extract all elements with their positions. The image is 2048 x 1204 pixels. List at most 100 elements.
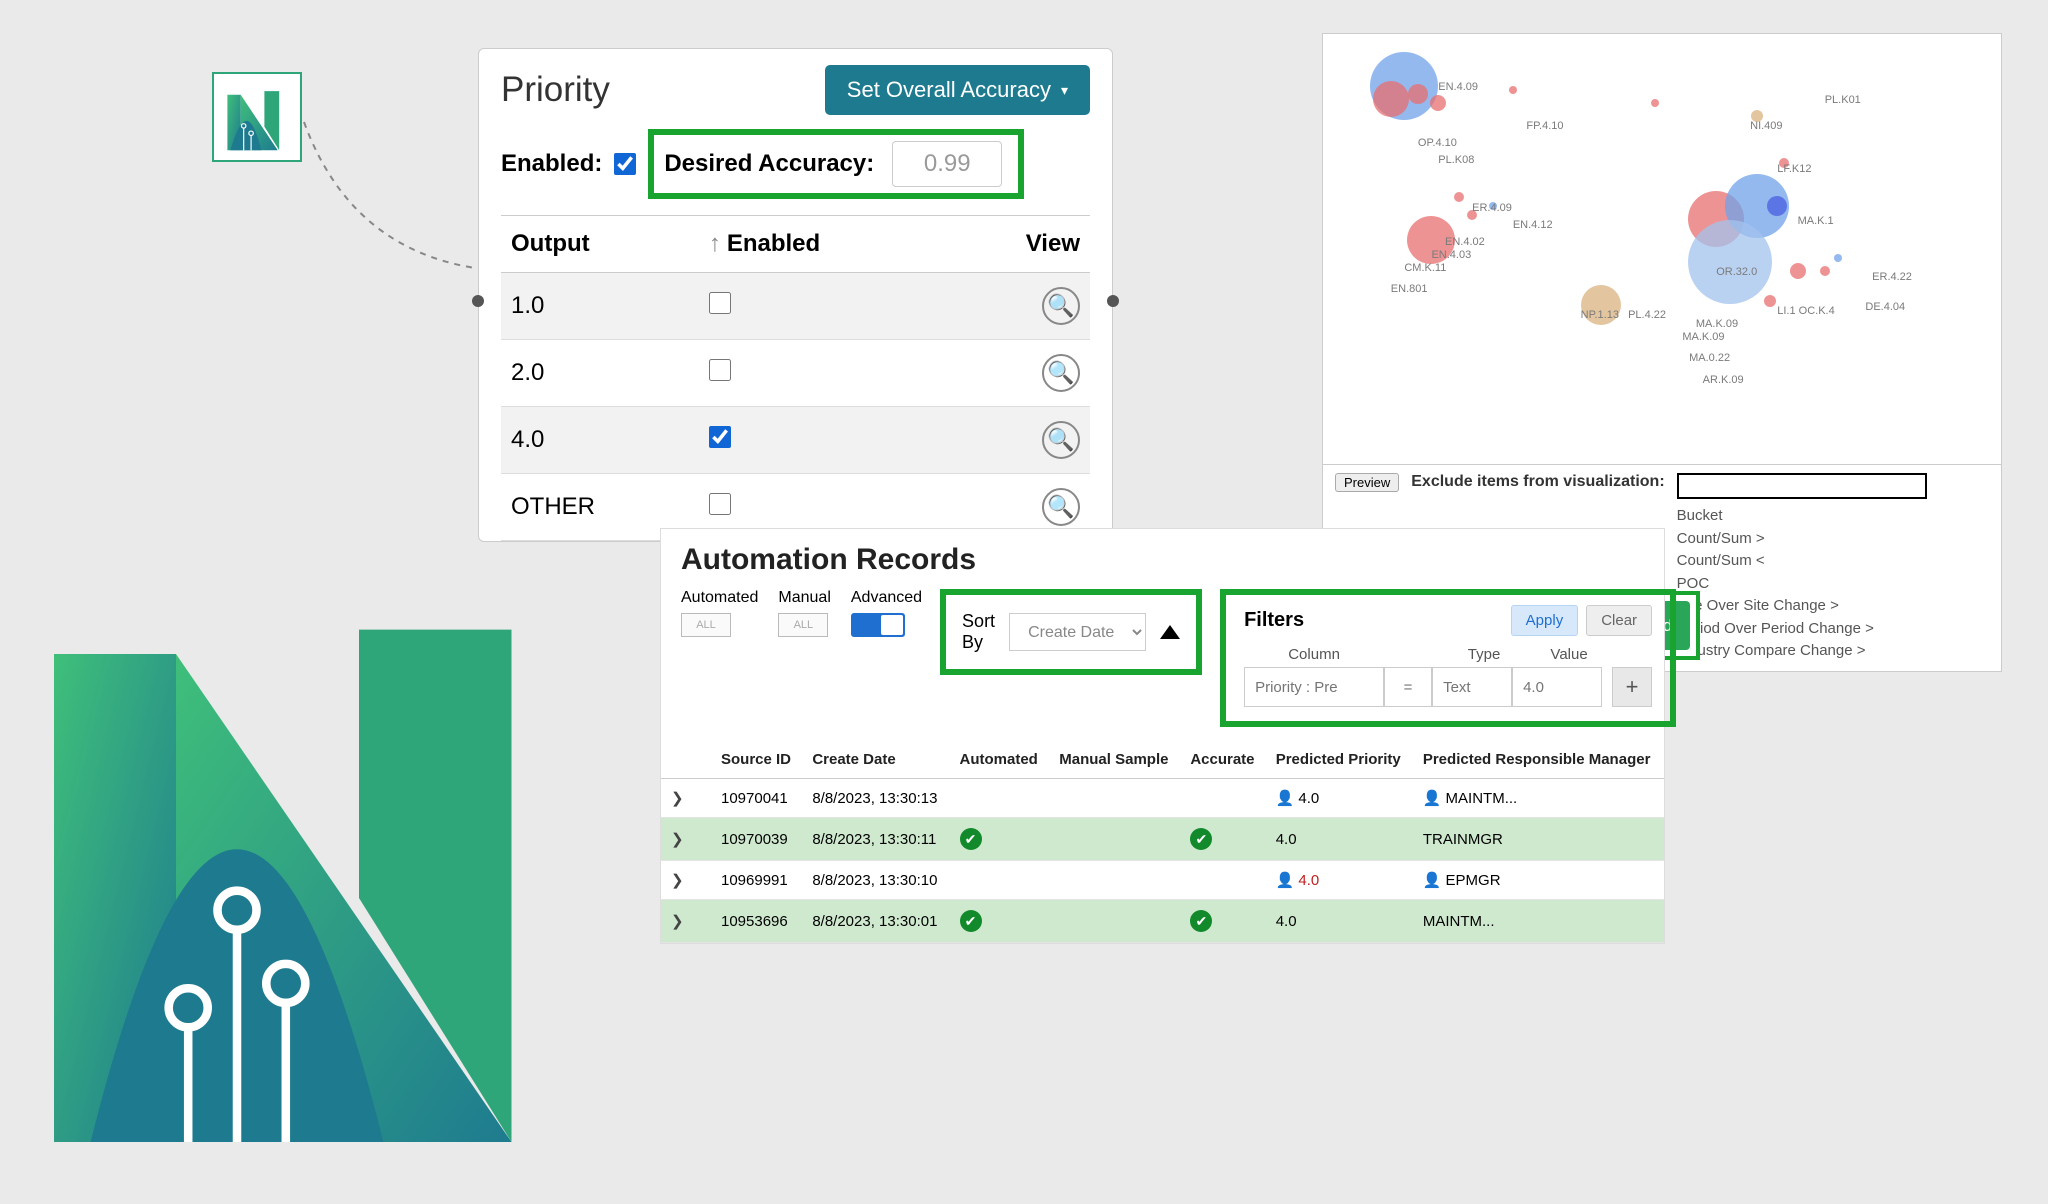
exclude-option[interactable]: Period Over Period Change > — [1677, 618, 1927, 641]
manual-all-button[interactable]: ALL — [778, 613, 828, 637]
sort-highlight: Sort By Create Date — [940, 589, 1202, 675]
advanced-toggle[interactable] — [851, 613, 905, 637]
anchor-right — [1107, 295, 1119, 307]
predicted-priority-cell: 4.0 — [1266, 900, 1413, 943]
bubble[interactable] — [1790, 263, 1806, 279]
bubble-label: MA.K.09 — [1696, 318, 1738, 330]
bubble-label: LI.1 OC.K.4 — [1777, 305, 1834, 317]
bubble[interactable] — [1509, 86, 1517, 94]
bubble[interactable] — [1373, 81, 1409, 117]
exclude-option[interactable]: POC — [1677, 573, 1927, 596]
bubble-label: ER.4.09 — [1472, 202, 1512, 214]
manual-sample-cell — [1049, 900, 1180, 943]
person-icon: 👤 — [1276, 790, 1295, 807]
bubble-label: EN.4.02 — [1445, 236, 1485, 248]
exclude-option[interactable]: Count/Sum < — [1677, 550, 1927, 573]
output-enabled-checkbox[interactable] — [709, 359, 731, 381]
filter-value-input[interactable] — [1512, 667, 1602, 707]
connector-line — [300, 118, 500, 398]
col-view[interactable]: View — [949, 216, 1090, 273]
bubble[interactable] — [1430, 95, 1446, 111]
bubble-label: OR.32.0 — [1716, 266, 1757, 278]
col-output[interactable]: Output — [501, 216, 699, 273]
bubble[interactable] — [1688, 220, 1772, 304]
mode-manual-label: Manual — [778, 589, 830, 607]
anchor-left — [472, 295, 484, 307]
desired-accuracy-highlight: Desired Accuracy: — [648, 129, 1024, 199]
brand-logo-node — [212, 72, 302, 162]
magnifier-icon[interactable]: 🔍 — [1042, 421, 1080, 459]
col-create-date[interactable]: Create Date — [802, 741, 949, 779]
bubble-label: MA.K.1 — [1798, 215, 1834, 227]
col-enabled[interactable]: Enabled — [699, 216, 949, 273]
bubble[interactable] — [1764, 295, 1776, 307]
magnifier-icon[interactable]: 🔍 — [1042, 287, 1080, 325]
bubble[interactable] — [1454, 192, 1464, 202]
create-date-cell: 8/8/2023, 13:30:11 — [802, 818, 949, 861]
filters-title: Filters — [1244, 609, 1304, 632]
automated-cell — [950, 779, 1050, 818]
person-icon: 👤 — [1423, 790, 1442, 807]
person-icon: 👤 — [1276, 872, 1295, 889]
col-predicted-priority[interactable]: Predicted Priority — [1266, 741, 1413, 779]
filters-apply-button[interactable]: Apply — [1511, 605, 1579, 636]
expand-icon[interactable]: ❯ — [671, 831, 684, 848]
col-manual-sample[interactable]: Manual Sample — [1049, 741, 1180, 779]
output-enabled-checkbox[interactable] — [709, 426, 731, 448]
col-predicted-manager[interactable]: Predicted Responsible Manager — [1413, 741, 1664, 779]
filter-operator-input[interactable] — [1384, 667, 1432, 707]
sort-direction-asc-icon[interactable] — [1160, 625, 1180, 639]
scatter-chart[interactable]: EN.4.09FP.4.10PL.K01OP.4.10PL.K08NI.409L… — [1323, 34, 2001, 464]
filter-type-input[interactable] — [1432, 667, 1512, 707]
bubble[interactable] — [1834, 254, 1842, 262]
set-overall-accuracy-button[interactable]: Set Overall Accuracy — [825, 65, 1090, 115]
sort-by-select[interactable]: Create Date — [1009, 613, 1146, 651]
automation-records-title: Automation Records — [661, 543, 1664, 589]
exclude-option[interactable]: Count/Sum > — [1677, 528, 1927, 551]
source-id-cell: 10969991 — [711, 861, 802, 900]
desired-accuracy-input[interactable] — [892, 141, 1002, 187]
bubble-label: DE.4.04 — [1865, 301, 1905, 313]
bubble[interactable] — [1820, 266, 1830, 276]
preview-button[interactable]: Preview — [1335, 473, 1399, 492]
exclude-option[interactable]: Site Over Site Change > — [1677, 595, 1927, 618]
expand-icon[interactable]: ❯ — [671, 872, 684, 889]
add-filter-button[interactable]: + — [1612, 667, 1652, 707]
magnifier-icon[interactable]: 🔍 — [1042, 354, 1080, 392]
automated-cell: ✔ — [950, 818, 1050, 861]
check-icon: ✔ — [960, 828, 982, 850]
exclude-option[interactable]: Industry Compare Change > — [1677, 640, 1927, 663]
check-icon: ✔ — [1190, 910, 1212, 932]
output-cell: 4.0 — [501, 407, 699, 474]
col-automated[interactable]: Automated — [950, 741, 1050, 779]
enabled-checkbox[interactable] — [614, 153, 636, 175]
col-accurate[interactable]: Accurate — [1180, 741, 1265, 779]
output-enabled-checkbox[interactable] — [709, 493, 731, 515]
filters-clear-button[interactable]: Clear — [1586, 605, 1652, 636]
bubble-label: MA.K.09 — [1682, 331, 1724, 343]
magnifier-icon[interactable]: 🔍 — [1042, 488, 1080, 526]
mode-automated-label: Automated — [681, 589, 758, 607]
exclude-option[interactable]: Bucket — [1677, 505, 1927, 528]
bubble[interactable] — [1408, 84, 1428, 104]
bubble-label: PL.K08 — [1438, 154, 1474, 166]
bubble-label: PL.K01 — [1825, 94, 1861, 106]
col-source-id[interactable]: Source ID — [711, 741, 802, 779]
mode-toggles: Automated ALL Manual ALL Advanced — [681, 589, 922, 637]
manual-sample-cell — [1049, 861, 1180, 900]
expand-icon[interactable]: ❯ — [671, 913, 684, 930]
priority-title: Priority — [501, 70, 610, 110]
source-id-cell: 10970041 — [711, 779, 802, 818]
bubble[interactable] — [1651, 99, 1659, 107]
automated-all-button[interactable]: ALL — [681, 613, 731, 637]
create-date-cell: 8/8/2023, 13:30:10 — [802, 861, 949, 900]
expand-icon[interactable]: ❯ — [671, 790, 684, 807]
priority-output-table: Output Enabled View 1.0🔍2.0🔍4.0🔍OTHER🔍 — [501, 215, 1090, 541]
create-date-cell: 8/8/2023, 13:30:01 — [802, 900, 949, 943]
manual-sample-cell — [1049, 779, 1180, 818]
bubble-label: NP.1.13 — [1581, 309, 1619, 321]
bubble-label: FP.4.10 — [1526, 120, 1563, 132]
filter-column-input[interactable] — [1244, 667, 1384, 707]
output-enabled-checkbox[interactable] — [709, 292, 731, 314]
exclude-input[interactable] — [1677, 473, 1927, 499]
